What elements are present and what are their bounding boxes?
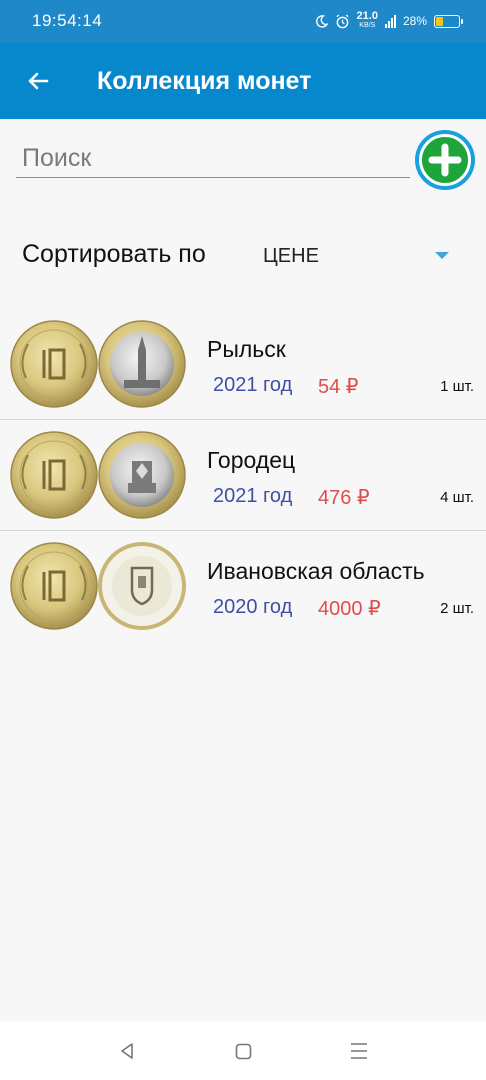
- coin-name: Рыльск: [207, 336, 286, 362]
- coin-list: Рыльск 2021 год 54 ₽ 1 шт. Городец 2021 …: [0, 309, 486, 642]
- coin-price: 4000 ₽: [318, 598, 381, 620]
- add-button-inner: [419, 134, 471, 186]
- coin-quantity: 1 шт.: [440, 378, 474, 395]
- net-speed-value: 21.0: [356, 10, 378, 22]
- coin-quantity: 2 шт.: [440, 600, 474, 617]
- coin-name: Городец: [207, 447, 296, 473]
- search-input[interactable]: [16, 140, 410, 176]
- coin-name: Ивановская область: [207, 558, 425, 584]
- menu-lines-icon: [351, 1043, 367, 1059]
- nav-home-button[interactable]: [231, 1039, 255, 1063]
- coin-year: 2021 год: [213, 374, 293, 396]
- battery-fill: [436, 16, 443, 26]
- coin-reverse-image: [98, 431, 186, 519]
- coin-obverse-image: [10, 320, 98, 408]
- moon-icon: [315, 14, 328, 28]
- add-coin-button[interactable]: [415, 130, 475, 190]
- sort-dropdown[interactable]: ЦЕНЕ: [263, 245, 319, 268]
- search-field[interactable]: [16, 140, 410, 178]
- coin-price: 476 ₽: [318, 487, 370, 509]
- page-title: Коллекция монет: [97, 67, 312, 95]
- home-square-icon: [235, 1043, 251, 1059]
- arrow-left-icon: [28, 72, 49, 90]
- signal-icon: [384, 14, 396, 28]
- coin-obverse-image: [10, 431, 98, 519]
- sort-label: Сортировать по: [22, 240, 206, 268]
- battery-icon: [434, 14, 463, 28]
- coin-reverse-image: [98, 320, 186, 408]
- battery-percent: 28%: [402, 14, 427, 28]
- coin-reverse-image: [98, 542, 186, 630]
- nav-menu-button[interactable]: [347, 1039, 371, 1063]
- list-item[interactable]: Рыльск 2021 год 54 ₽ 1 шт.: [0, 309, 486, 420]
- list-item[interactable]: Ивановская область 2020 год 4000 ₽ 2 шт.: [0, 531, 486, 642]
- app-bar: Коллекция монет: [0, 43, 486, 119]
- system-nav-bar: [0, 1021, 486, 1080]
- coin-year: 2020 год: [213, 596, 293, 618]
- list-item[interactable]: Городец 2021 год 476 ₽ 4 шт.: [0, 420, 486, 531]
- status-bar: 19:54:14 21.0 KB/S 28%: [0, 0, 486, 43]
- alarm-icon: [335, 13, 349, 28]
- status-time: 19:54:14: [32, 11, 103, 30]
- nav-back-button[interactable]: [115, 1039, 139, 1063]
- coin-year: 2021 год: [213, 485, 293, 507]
- chevron-down-icon[interactable]: [435, 252, 449, 259]
- back-button[interactable]: [20, 63, 56, 99]
- plus-icon: [428, 143, 462, 177]
- net-speed-unit: KB/S: [359, 22, 376, 29]
- back-triangle-icon: [121, 1043, 133, 1059]
- coin-price: 54 ₽: [318, 376, 359, 398]
- status-icons: 21.0 KB/S 28%: [315, 9, 463, 33]
- coin-quantity: 4 шт.: [440, 489, 474, 506]
- coin-obverse-image: [10, 542, 98, 630]
- network-speed: 21.0 KB/S: [356, 10, 378, 30]
